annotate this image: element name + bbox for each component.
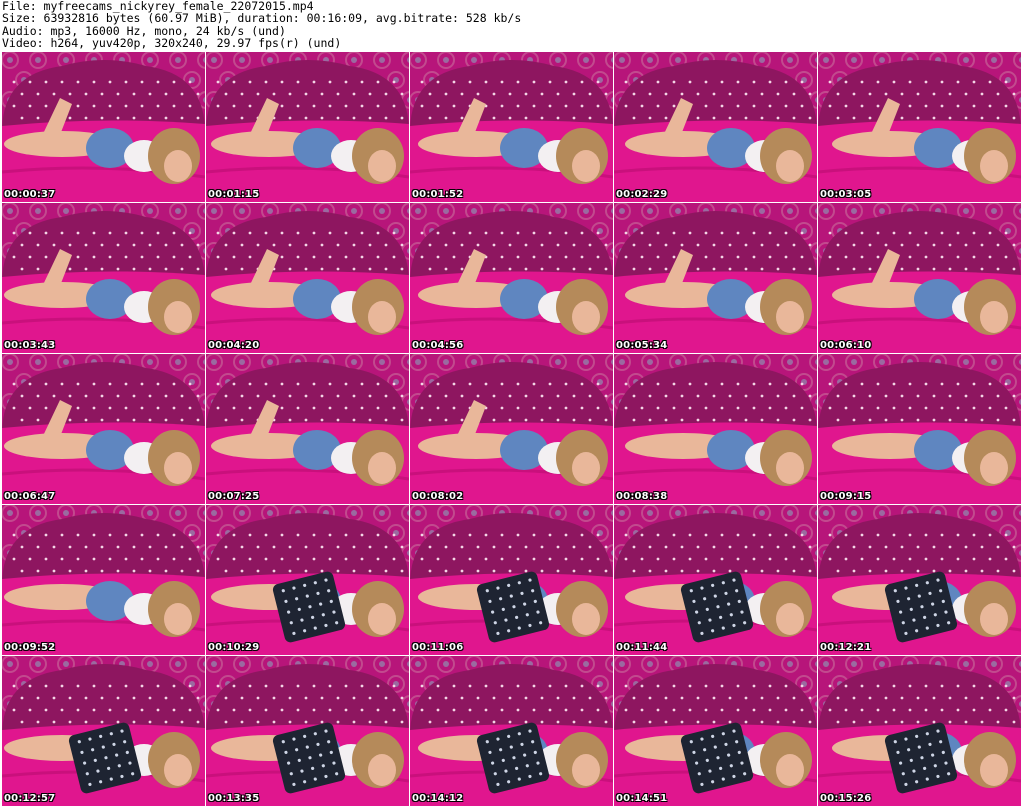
video-thumbnail: 00:13:35	[206, 656, 409, 806]
thumbnail-frame	[206, 354, 409, 504]
thumbnail-frame	[2, 354, 205, 504]
thumbnail-frame	[614, 656, 817, 806]
video-thumbnail: 00:05:34	[614, 203, 817, 353]
thumbnail-frame	[2, 656, 205, 806]
thumbnail-timestamp: 00:11:06	[412, 642, 464, 653]
video-info-line: Video: h264, yuv420p, 320x240, 29.97 fps…	[2, 36, 342, 51]
thumbnail-timestamp: 00:07:25	[208, 491, 260, 502]
video-thumbnail: 00:02:29	[614, 52, 817, 202]
thumbnail-timestamp: 00:06:10	[820, 340, 872, 351]
video-thumbnail: 00:09:15	[818, 354, 1021, 504]
thumbnail-timestamp: 00:11:44	[616, 642, 668, 653]
thumbnail-timestamp: 00:12:21	[820, 642, 872, 653]
thumbnail-frame	[2, 505, 205, 655]
thumbnail-timestamp: 00:10:29	[208, 642, 260, 653]
thumbnail-frame	[206, 203, 409, 353]
thumbnail-timestamp: 00:12:57	[4, 793, 56, 804]
video-thumbnail: 00:09:52	[2, 505, 205, 655]
thumbnail-timestamp: 00:15:26	[820, 793, 872, 804]
video-thumbnail: 00:00:37	[2, 52, 205, 202]
video-thumbnail: 00:01:52	[410, 52, 613, 202]
thumbnail-frame	[410, 656, 613, 806]
thumbnail-timestamp: 00:06:47	[4, 491, 56, 502]
thumbnail-timestamp: 00:08:02	[412, 491, 464, 502]
thumbnail-frame	[818, 203, 1021, 353]
thumbnail-frame	[2, 203, 205, 353]
video-thumbnail: 00:11:44	[614, 505, 817, 655]
thumbnail-timestamp: 00:05:34	[616, 340, 668, 351]
thumbnail-timestamp: 00:03:43	[4, 340, 56, 351]
file-info-header: File: myfreecams_nickyrey_female_2207201…	[0, 0, 1024, 50]
thumbnail-timestamp: 00:01:15	[208, 189, 260, 200]
video-thumbnail: 00:08:02	[410, 354, 613, 504]
video-thumbnail: 00:06:10	[818, 203, 1021, 353]
thumbnail-frame	[614, 203, 817, 353]
thumbnail-timestamp: 00:13:35	[208, 793, 260, 804]
thumbnail-timestamp: 00:02:29	[616, 189, 668, 200]
thumbnail-timestamp: 00:09:52	[4, 642, 56, 653]
thumbnail-timestamp: 00:14:12	[412, 793, 464, 804]
video-thumbnail: 00:10:29	[206, 505, 409, 655]
thumbnail-timestamp: 00:04:56	[412, 340, 464, 351]
thumbnail-frame	[206, 505, 409, 655]
video-thumbnail: 00:14:51	[614, 656, 817, 806]
thumbnail-frame	[410, 354, 613, 504]
video-thumbnail: 00:06:47	[2, 354, 205, 504]
video-thumbnail: 00:12:21	[818, 505, 1021, 655]
video-thumbnail: 00:03:43	[2, 203, 205, 353]
thumbnail-frame	[818, 52, 1021, 202]
thumbnail-frame	[206, 656, 409, 806]
thumbnail-frame	[818, 505, 1021, 655]
thumbnail-frame	[206, 52, 409, 202]
video-thumbnail: 00:12:57	[2, 656, 205, 806]
video-thumbnail: 00:04:20	[206, 203, 409, 353]
thumbnail-timestamp: 00:04:20	[208, 340, 260, 351]
thumbnail-frame	[2, 52, 205, 202]
video-thumbnail: 00:07:25	[206, 354, 409, 504]
thumbnail-frame	[614, 505, 817, 655]
thumbnail-frame	[410, 52, 613, 202]
thumbnail-frame	[818, 656, 1021, 806]
thumbnail-timestamp: 00:08:38	[616, 491, 668, 502]
video-thumbnail: 00:15:26	[818, 656, 1021, 806]
video-thumbnail: 00:04:56	[410, 203, 613, 353]
thumbnail-timestamp: 00:01:52	[412, 189, 464, 200]
thumbnail-frame	[818, 354, 1021, 504]
video-thumbnail: 00:08:38	[614, 354, 817, 504]
thumbnail-frame	[410, 505, 613, 655]
file-size-line: Size: 63932816 bytes (60.97 MiB), durati…	[2, 11, 522, 26]
thumbnail-frame	[614, 52, 817, 202]
thumbnail-timestamp: 00:14:51	[616, 793, 668, 804]
video-thumbnail: 00:03:05	[818, 52, 1021, 202]
thumbnail-grid: 00:00:37 00:01:15 00:01:52 00:02:29 00:03:05…	[2, 52, 1024, 811]
video-thumbnail: 00:11:06	[410, 505, 613, 655]
video-thumbnail: 00:14:12	[410, 656, 613, 806]
thumbnail-timestamp: 00:00:37	[4, 189, 56, 200]
thumbnail-frame	[614, 354, 817, 504]
thumbnail-frame	[410, 203, 613, 353]
video-thumbnail: 00:01:15	[206, 52, 409, 202]
thumbnail-timestamp: 00:03:05	[820, 189, 872, 200]
thumbnail-timestamp: 00:09:15	[820, 491, 872, 502]
